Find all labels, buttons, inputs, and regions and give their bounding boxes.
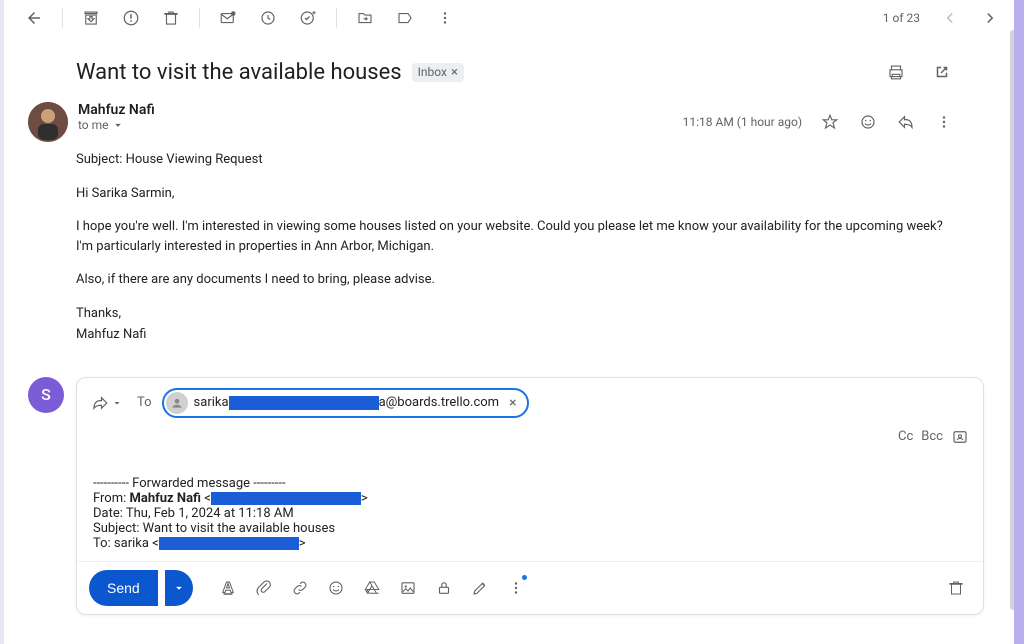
- attach-button[interactable]: [249, 573, 279, 603]
- remove-recipient-icon[interactable]: ×: [505, 395, 520, 411]
- separator: [336, 8, 337, 28]
- delete-button[interactable]: [153, 0, 189, 36]
- compose-box: To sarikaa@boards.trello.com × Cc Bcc --…: [76, 377, 984, 615]
- compose-toolbar: Send: [77, 561, 983, 614]
- sender-avatar[interactable]: [28, 102, 68, 142]
- separator: [199, 8, 200, 28]
- body-signature: Mahfuz Nafi: [76, 325, 960, 345]
- timestamp: 11:18 AM (1 hour ago): [683, 115, 802, 129]
- move-to-button[interactable]: [347, 0, 383, 36]
- thread-toolbar: 1 of 23: [4, 0, 1020, 36]
- more-button[interactable]: [427, 0, 463, 36]
- open-new-window-button[interactable]: [924, 54, 960, 90]
- compose-avatar: S: [28, 377, 64, 413]
- next-button[interactable]: [972, 0, 1008, 36]
- fwd-subject-line: Subject: Want to visit the available hou…: [93, 521, 967, 536]
- react-button[interactable]: [852, 106, 884, 138]
- chevron-down-icon: [111, 397, 123, 409]
- confidential-button[interactable]: [429, 573, 459, 603]
- separator: [62, 8, 63, 28]
- page-count: 1 of 23: [883, 11, 920, 25]
- formatting-button[interactable]: [213, 573, 243, 603]
- body-p1: I hope you're well. I'm interested in vi…: [76, 217, 960, 256]
- emoji-button[interactable]: [321, 573, 351, 603]
- image-button[interactable]: [393, 573, 423, 603]
- snooze-button[interactable]: [250, 0, 286, 36]
- link-button[interactable]: [285, 573, 315, 603]
- to-label: To: [137, 395, 152, 410]
- print-button[interactable]: [878, 54, 914, 90]
- remove-label-icon[interactable]: ×: [451, 65, 458, 80]
- email-subject: Want to visit the available houses: [76, 60, 402, 85]
- body-greeting: Hi Sarika Sarmin,: [76, 184, 960, 204]
- star-button[interactable]: [814, 106, 846, 138]
- cc-button[interactable]: Cc: [898, 429, 913, 444]
- email-body: Subject: House Viewing Request Hi Sarika…: [4, 142, 1020, 345]
- back-button[interactable]: [16, 0, 52, 36]
- drive-button[interactable]: [357, 573, 387, 603]
- body-subject-line: Subject: House Viewing Request: [76, 150, 960, 170]
- window-border: [1014, 0, 1024, 644]
- archive-button[interactable]: [73, 0, 109, 36]
- signature-button[interactable]: [465, 573, 495, 603]
- chevron-down-icon: [111, 118, 125, 132]
- spam-button[interactable]: [113, 0, 149, 36]
- prev-button[interactable]: [932, 0, 968, 36]
- send-options-button[interactable]: [165, 570, 193, 606]
- recipient-chip[interactable]: sarikaa@boards.trello.com ×: [162, 388, 529, 418]
- mark-unread-button[interactable]: [210, 0, 246, 36]
- message-more-button[interactable]: [928, 106, 960, 138]
- compose-more-button[interactable]: [501, 573, 531, 603]
- labels-button[interactable]: [387, 0, 423, 36]
- compose-body[interactable]: ---------- Forwarded message --------- F…: [77, 452, 983, 561]
- fwd-from-line: From: Mahfuz Nafi <>: [93, 491, 967, 506]
- person-icon: [166, 392, 188, 414]
- add-task-button[interactable]: [290, 0, 326, 36]
- body-thanks: Thanks,: [76, 304, 960, 324]
- sender-name: Mahfuz Nafi: [78, 102, 683, 118]
- fwd-date-line: Date: Thu, Feb 1, 2024 at 11:18 AM: [93, 506, 967, 521]
- inbox-label-text: Inbox: [418, 65, 447, 79]
- send-button[interactable]: Send: [89, 570, 158, 606]
- recipient-summary[interactable]: to me: [78, 118, 683, 132]
- reply-button[interactable]: [890, 106, 922, 138]
- reply-type-selector[interactable]: [91, 394, 123, 412]
- body-p2: Also, if there are any documents I need …: [76, 270, 960, 290]
- fwd-to-line: To: sarika <>: [93, 536, 967, 551]
- recipient-email: sarikaa@boards.trello.com: [194, 395, 500, 410]
- contacts-icon[interactable]: [951, 428, 969, 446]
- forwarded-separator: ---------- Forwarded message ---------: [93, 476, 967, 491]
- inbox-label-chip[interactable]: Inbox ×: [412, 63, 464, 82]
- discard-button[interactable]: [941, 573, 971, 603]
- bcc-button[interactable]: Bcc: [921, 429, 943, 444]
